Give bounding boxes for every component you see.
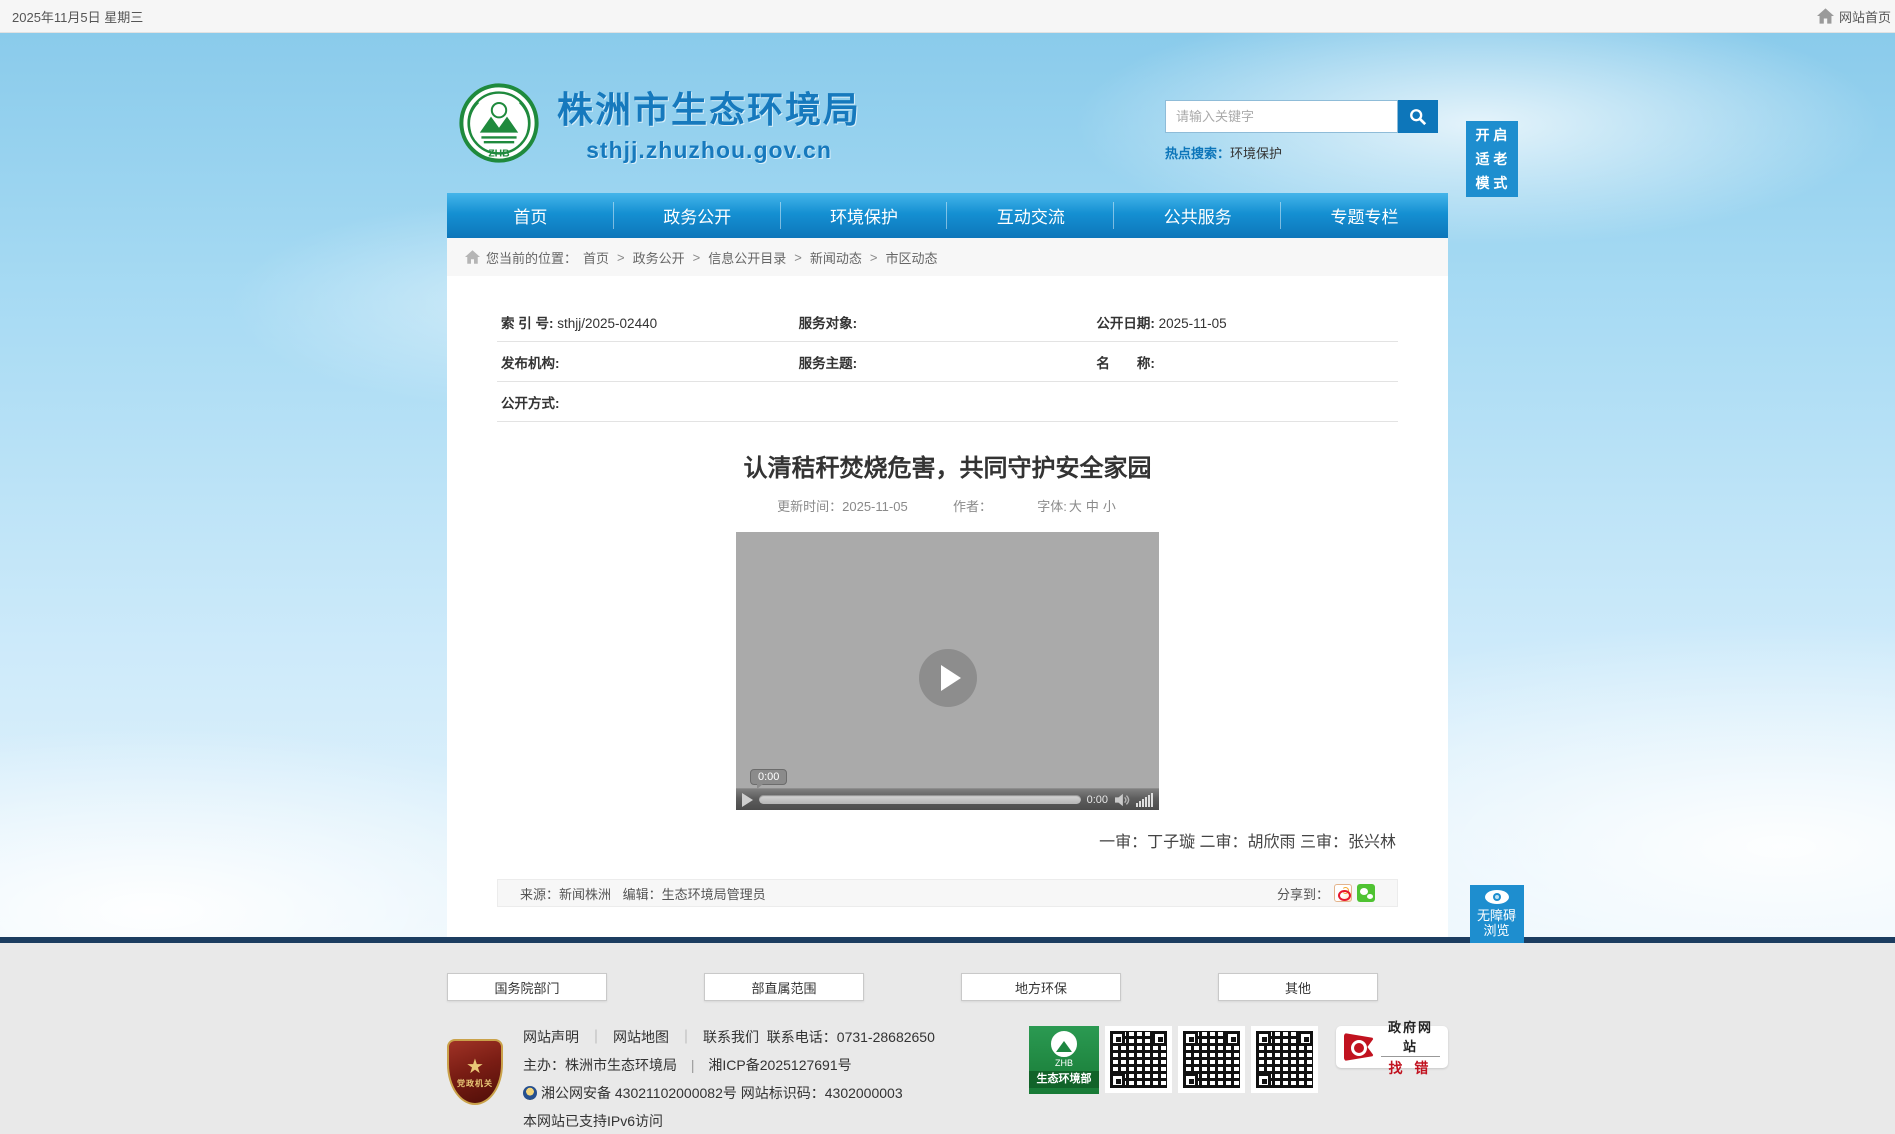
current-date: 2025年11月5日 星期三 — [12, 7, 143, 26]
breadcrumb-item-home[interactable]: 首页 — [583, 248, 609, 267]
font-size-small[interactable]: 小 — [1103, 499, 1116, 514]
doc-info-row: 索 引 号: sthjj/2025-02440 服务对象: 公开日期: 2025… — [497, 302, 1398, 342]
article-title: 认清秸秆焚烧危害，共同守护安全家园 — [447, 448, 1448, 483]
footer-select-state-council[interactable]: 国务院部门 — [447, 973, 607, 1001]
nav-item-services[interactable]: 公共服务 — [1114, 193, 1281, 238]
site-home-link[interactable]: 网站首页 — [1817, 7, 1891, 26]
search-area: 热点搜索：环境保护 — [1165, 100, 1438, 162]
hot-search-term[interactable]: 环境保护 — [1230, 146, 1282, 161]
wechat-share-icon[interactable] — [1357, 884, 1375, 902]
breadcrumb-item-gov-info[interactable]: 政务公开 — [633, 248, 685, 267]
site-title: 株洲市生态环境局 — [557, 81, 861, 133]
update-date: 2025-11-05 — [842, 499, 908, 514]
footer-link-sitemap[interactable]: 网站地图 — [613, 1029, 669, 1045]
weibo-share-icon[interactable] — [1334, 884, 1352, 902]
qr-code-2 — [1178, 1026, 1245, 1093]
moee-logo[interactable]: ZHB 生态环境部 — [1029, 1026, 1099, 1094]
footer-select-other[interactable]: 其他 — [1218, 973, 1378, 1001]
article-meta: 更新时间：2025-11-05 作者： 字体:大中小 — [447, 496, 1448, 515]
gov-agency-badge-icon: ★ 党政机关 — [447, 1039, 503, 1105]
site-header: ZHB 株洲市生态环境局 sthjj.zhuzhou.gov.cn — [447, 33, 1448, 193]
footer-link-groups: 国务院部门 部直属范围 地方环保 其他 — [447, 973, 1448, 1001]
doc-info-row: 公开方式: — [497, 382, 1398, 422]
font-size-large[interactable]: 大 — [1069, 499, 1082, 514]
footer-select-ministry[interactable]: 部直属范围 — [704, 973, 864, 1001]
breadcrumb-item-district[interactable]: 市区动态 — [885, 248, 937, 267]
qr-code-3 — [1251, 1026, 1318, 1093]
index-number: sthjj/2025-02440 — [557, 316, 657, 331]
contact-phone: 0731-28682650 — [837, 1029, 935, 1045]
breadcrumb: 您当前的位置： 首页 > 政务公开 > 信息公开目录 > 新闻动态 > 市区动态 — [447, 238, 1448, 276]
home-link-label: 网站首页 — [1839, 7, 1891, 26]
article-source: 来源：新闻株洲 — [520, 887, 611, 902]
font-size-medium[interactable]: 中 — [1086, 499, 1099, 514]
moee-emblem-icon — [1051, 1031, 1077, 1057]
footer-link-contact[interactable]: 联系我们 — [703, 1029, 759, 1045]
top-bar: 2025年11月5日 星期三 网站首页 — [0, 0, 1895, 33]
elder-mode-button[interactable]: 开 启 适 老 模 式 — [1466, 121, 1518, 197]
site-domain: sthjj.zhuzhou.gov.cn — [557, 137, 861, 164]
hot-search: 热点搜索：环境保护 — [1165, 143, 1438, 162]
search-icon — [1409, 108, 1427, 126]
qr-code-1 — [1105, 1026, 1172, 1093]
doc-info-row: 发布机构: 服务主题: 名 称: — [497, 342, 1398, 382]
breadcrumb-item-catalog[interactable]: 信息公开目录 — [708, 248, 786, 267]
icp-number[interactable]: 湘ICP备2025127691号 — [708, 1057, 851, 1073]
accessibility-button[interactable]: 无障碍 浏览 — [1470, 885, 1524, 943]
sky-background: ZHB 株洲市生态环境局 sthjj.zhuzhou.gov.cn — [0, 33, 1895, 937]
main-nav: 首页 政务公开 环境保护 互动交流 公共服务 专题专栏 — [447, 193, 1448, 238]
publish-date: 2025-11-05 — [1159, 316, 1227, 331]
video-time-tooltip: 0:00 — [750, 769, 787, 785]
article-editor: 编辑：生态环境局管理员 — [623, 887, 766, 902]
reviewers-line: 一审：丁子璇 二审：胡欣雨 三审：张兴林 — [447, 828, 1448, 852]
bureau-logo-icon: ZHB — [459, 83, 539, 163]
site-brand[interactable]: ZHB 株洲市生态环境局 sthjj.zhuzhou.gov.cn — [459, 81, 861, 164]
home-icon — [1817, 8, 1834, 24]
footer-select-local-env[interactable]: 地方环保 — [961, 973, 1121, 1001]
site-code: 4302000003 — [825, 1085, 903, 1101]
source-bar: 来源：新闻株洲 编辑：生态环境局管理员 分享到： — [497, 879, 1398, 907]
breadcrumb-item-news[interactable]: 新闻动态 — [810, 248, 862, 267]
play-icon — [941, 665, 961, 691]
nav-item-home[interactable]: 首页 — [447, 193, 614, 238]
doc-info-table: 索 引 号: sthjj/2025-02440 服务对象: 公开日期: 2025… — [497, 302, 1398, 422]
error-report-icon — [1344, 1033, 1374, 1061]
logo-abbr-text: ZHB — [488, 148, 510, 159]
video-control-play-icon[interactable] — [742, 793, 753, 807]
breadcrumb-home-icon — [465, 250, 480, 264]
hot-search-label: 热点搜索： — [1165, 146, 1230, 161]
footer-text-block: 网站声明｜网站地图｜联系我们 联系电话：0731-28682650 主办：株洲市… — [523, 1023, 1029, 1134]
nav-item-gov-info[interactable]: 政务公开 — [614, 193, 781, 238]
volume-bars[interactable] — [1136, 793, 1153, 807]
video-play-button[interactable] — [919, 649, 977, 707]
video-progress-bar[interactable] — [759, 795, 1081, 804]
security-number[interactable]: 湘公网安备 43021102000082号 — [541, 1085, 737, 1101]
share-label: 分享到： — [1277, 884, 1329, 903]
article-card: 索 引 号: sthjj/2025-02440 服务对象: 公开日期: 2025… — [447, 276, 1448, 937]
video-controls: 0:00 0:00 — [736, 788, 1159, 810]
search-button[interactable] — [1398, 100, 1438, 133]
police-badge-icon — [523, 1086, 537, 1100]
ipv6-note: 本网站已支持IPv6访问 — [523, 1107, 1029, 1134]
nav-item-environment[interactable]: 环境保护 — [781, 193, 948, 238]
video-player[interactable]: 0:00 0:00 — [736, 532, 1159, 810]
footer-link-statement[interactable]: 网站声明 — [523, 1029, 579, 1045]
nav-item-interaction[interactable]: 互动交流 — [947, 193, 1114, 238]
search-input[interactable] — [1165, 100, 1398, 133]
video-duration: 0:00 — [1087, 794, 1108, 806]
breadcrumb-prefix: 您当前的位置： — [486, 248, 577, 267]
gov-site-error-report-badge[interactable]: 政府网站 找 错 — [1336, 1026, 1448, 1068]
nav-item-special[interactable]: 专题专栏 — [1281, 193, 1448, 238]
page: 2025年11月5日 星期三 网站首页 ZHB — [0, 0, 1895, 1134]
organizer: 主办：株洲市生态环境局 — [523, 1057, 677, 1073]
speaker-icon[interactable] — [1114, 793, 1130, 807]
eye-icon — [1484, 889, 1510, 905]
footer: 国务院部门 部直属范围 地方环保 其他 ★ 党政机关 网站声明｜网站地图｜联系我… — [0, 943, 1895, 1134]
